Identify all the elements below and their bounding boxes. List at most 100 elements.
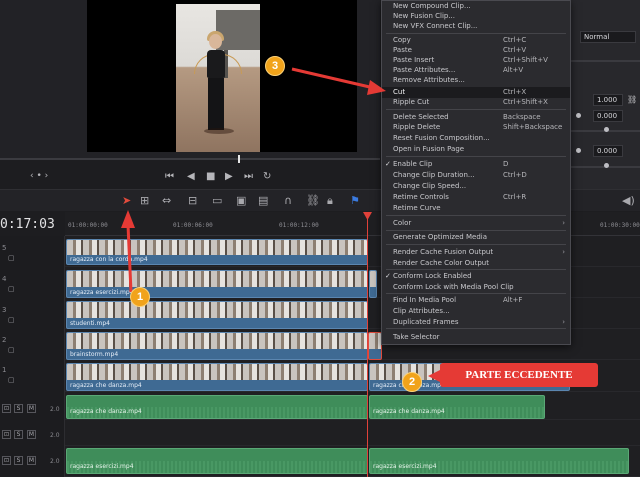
video-clip[interactable]: ragazza con la corda.mp4 <box>66 239 368 265</box>
trim-tool-icon[interactable]: ⊞ <box>140 194 149 207</box>
track-visibility-icon[interactable]: ▢ <box>8 285 15 293</box>
audio-clip[interactable]: ragazza esercizi.mp4 <box>66 448 368 474</box>
menu-item-cut[interactable]: Cut Ctrl+X <box>382 87 570 98</box>
position-lock-icon[interactable]: 🔒︎ <box>327 194 333 208</box>
menu-separator <box>386 156 566 157</box>
menu-item-ripple-delete[interactable]: Ripple Delete Shift+Backspace <box>382 122 570 133</box>
loop-icon[interactable]: ↻ <box>263 171 271 182</box>
menu-separator <box>386 244 566 245</box>
blend-mode-select[interactable]: Normal <box>580 31 636 43</box>
position-field[interactable]: 0.000 <box>593 110 623 122</box>
stop-icon[interactable]: ■ <box>206 171 215 182</box>
flag-icon[interactable]: ⚑ <box>350 194 360 207</box>
menu-item-open-in-fusion-page[interactable]: Open in Fusion Page <box>382 144 570 155</box>
audio-volume-icon[interactable]: ◀) <box>622 194 635 207</box>
menu-item-retime-controls[interactable]: Retime Controls Ctrl+R <box>382 192 570 203</box>
menu-separator <box>386 293 566 294</box>
link-icon[interactable]: ⛓ <box>627 95 637 104</box>
solo-button[interactable]: S <box>14 430 23 439</box>
person-legs <box>208 78 224 130</box>
linked-selection-icon[interactable]: ⛓ <box>306 194 320 207</box>
menu-item-copy[interactable]: Copy Ctrl+C <box>382 35 570 46</box>
ruler-tick: 01:00:30:00 <box>600 222 640 229</box>
menu-item-reset-fusion-composition[interactable]: Reset Fusion Composition... <box>382 133 570 144</box>
menu-item-paste-attributes[interactable]: Paste Attributes... Alt+V <box>382 65 570 76</box>
track-visibility-icon[interactable]: ▢ <box>8 346 15 354</box>
dynamic-trim-icon[interactable]: ⇔ <box>162 194 171 207</box>
menu-item-change-clip-speed[interactable]: Change Clip Speed... <box>382 181 570 192</box>
menu-item-take-selector[interactable]: Take Selector <box>382 332 570 343</box>
audio-lock-icon[interactable]: ⊡ <box>2 456 11 465</box>
menu-item-remove-attributes[interactable]: Remove Attributes... <box>382 75 570 86</box>
track-number: 3 <box>2 306 7 314</box>
audio-lock-icon[interactable]: ⊡ <box>2 430 11 439</box>
video-clip[interactable]: brainstorm.mp4 <box>66 332 368 360</box>
menu-shortcut: Alt+F <box>503 296 523 304</box>
viewer-options-icon[interactable]: ‹ • › <box>30 171 48 181</box>
selection-tool-icon[interactable]: ➤ <box>122 194 131 207</box>
audio-clip[interactable]: ragazza che danza.mp4 <box>66 395 368 419</box>
menu-item-conform-lock-enabled[interactable]: ✓ Conform Lock Enabled <box>382 271 570 282</box>
menu-item-label: Paste Insert <box>393 56 435 64</box>
menu-item-retime-curve[interactable]: Retime Curve <box>382 203 570 214</box>
excess-clip-segment[interactable] <box>368 332 382 360</box>
menu-item-enable-clip[interactable]: ✓ Enable Clip D <box>382 159 570 170</box>
slider-knob[interactable] <box>604 127 609 132</box>
menu-item-label: Clip Attributes... <box>393 307 450 315</box>
track-headers: 5 4 3 2 1 ▢ ▢ ▢ ▢ ▢ ⊡ S M 2.0 ⊡ S M 2.0 … <box>0 236 65 477</box>
mute-button[interactable]: M <box>27 456 36 465</box>
zoom-x-field[interactable]: 1.000 <box>593 94 623 106</box>
menu-item-paste-insert[interactable]: Paste Insert Ctrl+Shift+V <box>382 55 570 66</box>
menu-item-label: Ripple Cut <box>393 98 430 106</box>
menu-item-new-compound-clip[interactable]: New Compound Clip... <box>382 1 570 12</box>
video-clip[interactable]: ragazza esercizi.mp4 <box>66 270 368 298</box>
audio-clip[interactable]: ragazza che danza.mp4 <box>369 395 545 419</box>
go-to-start-icon[interactable]: ⏮ <box>165 171 174 182</box>
replace-clip-icon[interactable]: ▤ <box>258 194 268 207</box>
track-visibility-icon[interactable]: ▢ <box>8 376 15 384</box>
opacity-slider[interactable] <box>570 60 640 62</box>
keyframe-icon[interactable] <box>576 148 581 153</box>
solo-button[interactable]: S <box>14 404 23 413</box>
menu-item-ripple-cut[interactable]: Ripple Cut Ctrl+Shift+X <box>382 97 570 108</box>
keyframe-icon[interactable] <box>576 113 581 118</box>
go-to-end-icon[interactable]: ⏭ <box>244 171 253 182</box>
solo-button[interactable]: S <box>14 456 23 465</box>
playhead[interactable] <box>367 213 368 477</box>
track-visibility-icon[interactable]: ▢ <box>8 316 15 324</box>
mute-button[interactable]: M <box>27 404 36 413</box>
play-icon[interactable]: ▶ <box>225 171 233 182</box>
menu-item-render-cache-fusion-output[interactable]: Render Cache Fusion Output › <box>382 247 570 258</box>
menu-item-new-vfx-connect-clip[interactable]: New VFX Connect Clip... <box>382 21 570 32</box>
snapping-icon[interactable]: ∩ <box>284 194 292 207</box>
menu-item-change-clip-duration[interactable]: Change Clip Duration... Ctrl+D <box>382 170 570 181</box>
video-clip[interactable]: studenti.mp4 <box>66 301 368 329</box>
audio-clip[interactable]: ragazza esercizi.mp4 <box>369 448 629 474</box>
checkmark-icon: ✓ <box>385 160 391 168</box>
menu-item-delete-selected[interactable]: Delete Selected Backspace <box>382 112 570 123</box>
blade-tool-icon[interactable]: ⊟ <box>188 194 197 207</box>
menu-item-conform-lock-media-pool[interactable]: Conform Lock with Media Pool Clip <box>382 282 570 293</box>
menu-item-duplicated-frames[interactable]: Duplicated Frames › <box>382 317 570 328</box>
video-clip[interactable]: ragazza che danza.mp4 <box>66 363 368 391</box>
menu-item-generate-optimized-media[interactable]: Generate Optimized Media <box>382 232 570 243</box>
video-clip[interactable] <box>369 270 377 298</box>
clip-thumbnails <box>369 333 381 350</box>
menu-item-find-in-media-pool[interactable]: Find In Media Pool Alt+F <box>382 295 570 306</box>
rotation-field[interactable]: 0.000 <box>593 145 623 157</box>
audio-lock-icon[interactable]: ⊡ <box>2 404 11 413</box>
scrubber-handle[interactable] <box>238 155 240 163</box>
mute-button[interactable]: M <box>27 430 36 439</box>
track-visibility-icon[interactable]: ▢ <box>8 254 15 262</box>
viewer-scrubber[interactable] <box>0 158 380 160</box>
menu-item-render-cache-color-output[interactable]: Render Cache Color Output <box>382 258 570 269</box>
slider-knob[interactable] <box>604 163 609 168</box>
menu-item-clip-attributes[interactable]: Clip Attributes... <box>382 306 570 317</box>
reverse-play-icon[interactable]: ◀ <box>187 171 195 182</box>
overwrite-clip-icon[interactable]: ▣ <box>236 194 246 207</box>
menu-item-color[interactable]: Color › <box>382 218 570 229</box>
menu-item-new-fusion-clip[interactable]: New Fusion Clip... <box>382 11 570 22</box>
menu-item-paste[interactable]: Paste Ctrl+V <box>382 45 570 56</box>
insert-clip-icon[interactable]: ▭ <box>212 194 222 207</box>
clip-name: ragazza che danza.mp4 <box>373 408 445 415</box>
